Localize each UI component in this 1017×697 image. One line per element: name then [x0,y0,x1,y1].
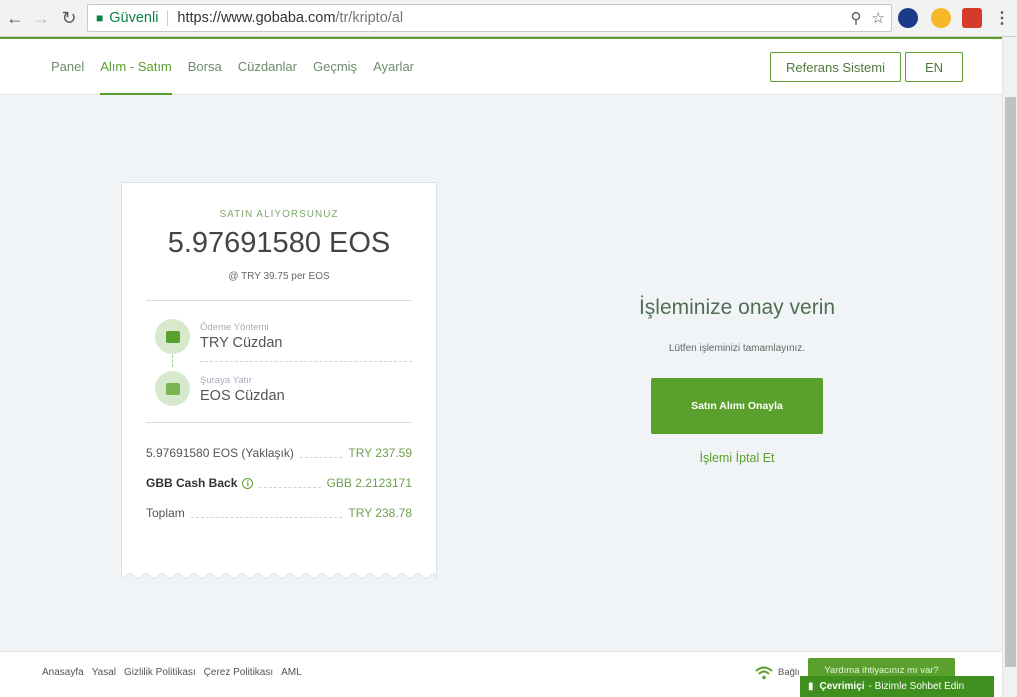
payment-method-label: Ödeme Yöntemi [200,322,269,333]
receipt-row-cashback: GBB Cash Back i GBB 2.2123171 [146,476,412,490]
receipt-torn-edge [122,572,438,579]
nav-item-buy-sell[interactable]: Alım - Satım [100,39,172,95]
info-icon[interactable]: i [242,478,254,489]
footer-link-aml[interactable]: AML [281,667,302,678]
wallet-icon [155,319,190,354]
confirm-subtitle: Lütfen işleminizi tamamlayınız. [668,343,806,354]
secure-label: Güvenli [109,10,159,26]
cancel-transaction-link[interactable]: İşlemi İptal Et [651,451,823,465]
live-chat-button[interactable]: ▮ Çevrimiçi - Bizimle Sohbet Edin [800,676,994,697]
receipt-row: 5.97691580 EOS (Yaklaşık) TRY 237.59 [146,446,412,460]
confirm-title: İşleminize onay verin [638,296,836,319]
page-scrollbar[interactable] [1002,37,1017,697]
footer-links: Anasayfa Yasal Gizlilik Politikası Çerez… [42,667,310,678]
browser-menu-icon[interactable]: ⋮ [994,8,1010,28]
nav-item-history[interactable]: Geçmiş [313,39,357,95]
receipt-header-label: SATIN ALIYORSUNUZ [219,209,339,220]
footer-link-cookie[interactable]: Çerez Politikası [204,667,273,678]
deposit-wallet-value: EOS Cüzdan [200,388,285,404]
deposit-label: Şuraya Yatır [200,375,252,386]
address-bar[interactable]: ■ Güvenli https://www.gobaba.com/tr/krip… [87,4,892,32]
url-text: https://www.gobaba.com/tr/kripto/al [177,10,404,26]
main-nav: Panel Alım - Satım Borsa Cüzdanlar Geçmi… [0,37,1002,95]
receipt-row-total: Toplam TRY 238.78 [146,506,412,520]
referral-button[interactable]: Referans Sistemi [770,52,901,82]
order-receipt-card: SATIN ALIYORSUNUZ 5.97691580 EOS @ TRY 3… [121,182,438,579]
back-icon[interactable]: ← [4,7,26,29]
connection-status: Bağlı [778,667,800,678]
footer-link-privacy[interactable]: Gizlilik Politikası [124,667,196,678]
confirm-purchase-button[interactable]: Satın Alımı Onayla [651,378,823,434]
nav-item-settings[interactable]: Ayarlar [373,39,414,95]
crypto-wallet-icon [155,371,190,406]
forward-icon[interactable]: → [30,7,52,29]
nav-item-wallets[interactable]: Cüzdanlar [238,39,297,95]
footer-link-legal[interactable]: Yasal [92,667,116,678]
language-button[interactable]: EN [905,52,963,82]
purchase-amount: 5.97691580 EOS [167,227,391,259]
divider [146,422,412,423]
nav-item-exchange[interactable]: Borsa [188,39,222,95]
reload-icon[interactable]: ↻ [58,7,80,29]
zoom-icon[interactable]: ⚲ [851,9,862,27]
chat-bubble-icon: ▮ [808,681,814,692]
extension-check-icon[interactable] [898,8,918,28]
divider [146,300,412,301]
extension-pro-icon[interactable] [962,8,982,28]
extension-coin-icon[interactable] [931,8,951,28]
nav-item-panel[interactable]: Panel [51,39,84,95]
bookmark-star-icon[interactable]: ☆ [872,9,885,27]
wifi-icon [755,666,773,680]
scrollbar-thumb[interactable] [1005,97,1016,667]
payment-method-value: TRY Cüzdan [200,335,283,351]
exchange-rate: @ TRY 39.75 per EOS [228,271,330,282]
browser-toolbar: ← → ↻ ■ Güvenli https://www.gobaba.com/t… [0,0,1017,37]
lock-icon: ■ [96,11,104,25]
footer-link-home[interactable]: Anasayfa [42,667,84,678]
